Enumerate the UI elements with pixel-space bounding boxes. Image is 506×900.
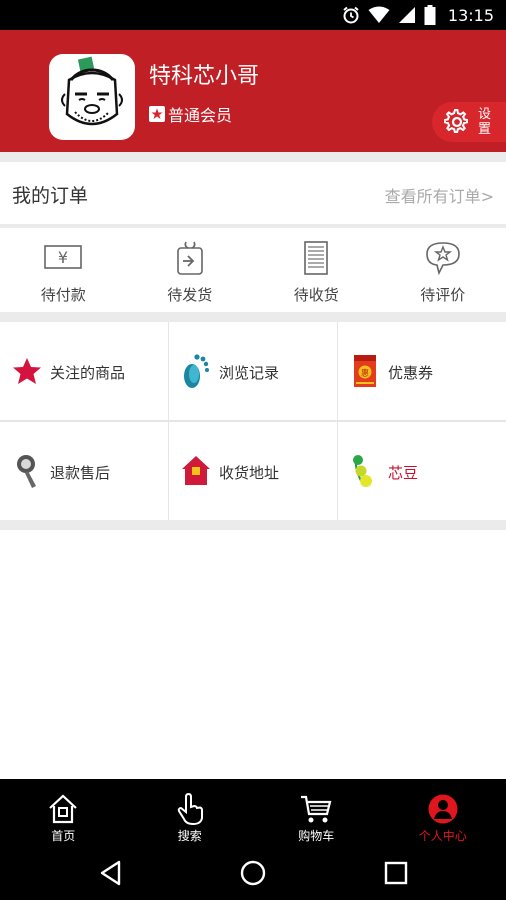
home-circle-icon[interactable] bbox=[239, 859, 267, 887]
wifi-icon bbox=[368, 6, 390, 23]
tab-label: 个人中心 bbox=[418, 829, 467, 843]
ship-icon bbox=[176, 241, 203, 275]
tab-search[interactable]: 搜索 bbox=[127, 779, 254, 846]
person-icon bbox=[428, 794, 458, 824]
avatar[interactable] bbox=[49, 54, 135, 140]
refund-icon bbox=[17, 455, 36, 488]
home-tab-icon bbox=[49, 794, 77, 824]
receipt-icon bbox=[304, 241, 329, 275]
order-status-pending-payment[interactable]: ¥ 待付款 bbox=[0, 228, 127, 312]
member-star-icon bbox=[149, 106, 165, 122]
grid-item-label: 收货地址 bbox=[219, 464, 280, 482]
coupon-icon: 惠 bbox=[354, 355, 376, 387]
settings-label: 设置 bbox=[478, 107, 492, 137]
home-icon bbox=[182, 456, 210, 485]
avatar-cartoon-icon bbox=[61, 56, 123, 126]
svg-text:¥: ¥ bbox=[58, 248, 68, 267]
feature-grid: 关注的商品 浏览记录 惠 优惠券 退款售后 收货地址 芯豆 bbox=[0, 322, 506, 520]
tab-label: 购物车 bbox=[298, 829, 335, 843]
grid-item-label: 芯豆 bbox=[388, 464, 419, 482]
order-status-pending-shipment[interactable]: 待发货 bbox=[127, 228, 254, 312]
hand-pointer-icon bbox=[177, 793, 203, 825]
gear-icon bbox=[444, 109, 469, 134]
order-status-label: 待评价 bbox=[420, 286, 466, 304]
member-level: 普通会员 bbox=[149, 102, 232, 126]
clock-time: 13:15 bbox=[447, 5, 494, 25]
grid-item-address[interactable]: 收货地址 bbox=[169, 422, 337, 520]
username: 特科芯小哥 bbox=[149, 64, 260, 89]
my-orders-title: 我的订单 bbox=[12, 185, 89, 207]
blank-area bbox=[0, 530, 506, 779]
tab-label: 首页 bbox=[51, 829, 76, 843]
battery-icon bbox=[424, 5, 436, 25]
cart-icon bbox=[301, 795, 332, 823]
recents-icon[interactable] bbox=[382, 859, 410, 887]
grid-item-label: 优惠券 bbox=[388, 364, 434, 382]
divider bbox=[0, 312, 506, 322]
order-status-pending-receipt[interactable]: 待收货 bbox=[253, 228, 380, 312]
bean-icon bbox=[353, 455, 372, 487]
grid-item-favorites[interactable]: 关注的商品 bbox=[0, 322, 168, 420]
grid-item-coupons[interactable]: 惠 优惠券 bbox=[338, 322, 506, 420]
tab-home[interactable]: 首页 bbox=[0, 779, 127, 846]
grid-item-label: 退款售后 bbox=[50, 464, 111, 482]
my-orders-row[interactable]: 我的订单 查看所有订单> bbox=[0, 162, 506, 224]
order-status-label: 待发货 bbox=[167, 286, 213, 304]
order-status-pending-review[interactable]: 待评价 bbox=[380, 228, 506, 312]
bottom-tab-bar: 首页 搜索 购物车 个人中心 bbox=[0, 779, 506, 846]
grid-item-refund[interactable]: 退款售后 bbox=[0, 422, 168, 520]
settings-button[interactable]: 设置 bbox=[432, 102, 506, 142]
order-status-label: 待收货 bbox=[293, 286, 339, 304]
back-icon[interactable] bbox=[97, 859, 125, 887]
divider bbox=[0, 520, 506, 530]
alarm-icon bbox=[343, 6, 359, 24]
status-bar: 13:15 bbox=[0, 0, 506, 30]
tab-label: 搜索 bbox=[177, 829, 202, 843]
grid-item-label: 关注的商品 bbox=[50, 364, 126, 382]
grid-item-history[interactable]: 浏览记录 bbox=[169, 322, 337, 420]
review-star-icon bbox=[425, 242, 460, 276]
order-status-label: 待付款 bbox=[40, 286, 86, 304]
grid-item-label: 浏览记录 bbox=[219, 364, 280, 382]
view-all-orders-link[interactable]: 查看所有订单> bbox=[385, 183, 494, 207]
member-level-label: 普通会员 bbox=[168, 106, 233, 125]
profile-header: 特科芯小哥 普通会员 设置 bbox=[0, 30, 506, 152]
yen-icon: ¥ bbox=[44, 245, 83, 269]
star-icon bbox=[13, 358, 41, 384]
divider bbox=[0, 152, 506, 162]
grid-item-beans[interactable]: 芯豆 bbox=[338, 422, 506, 520]
tab-cart[interactable]: 购物车 bbox=[253, 779, 380, 846]
svg-text:惠: 惠 bbox=[361, 368, 369, 378]
order-status-row: ¥ 待付款 待发货 待收货 待评价 bbox=[0, 228, 506, 312]
tab-profile[interactable]: 个人中心 bbox=[380, 779, 506, 846]
footprint-icon bbox=[184, 354, 209, 388]
signal-icon bbox=[398, 7, 415, 23]
system-nav-bar bbox=[0, 846, 506, 900]
